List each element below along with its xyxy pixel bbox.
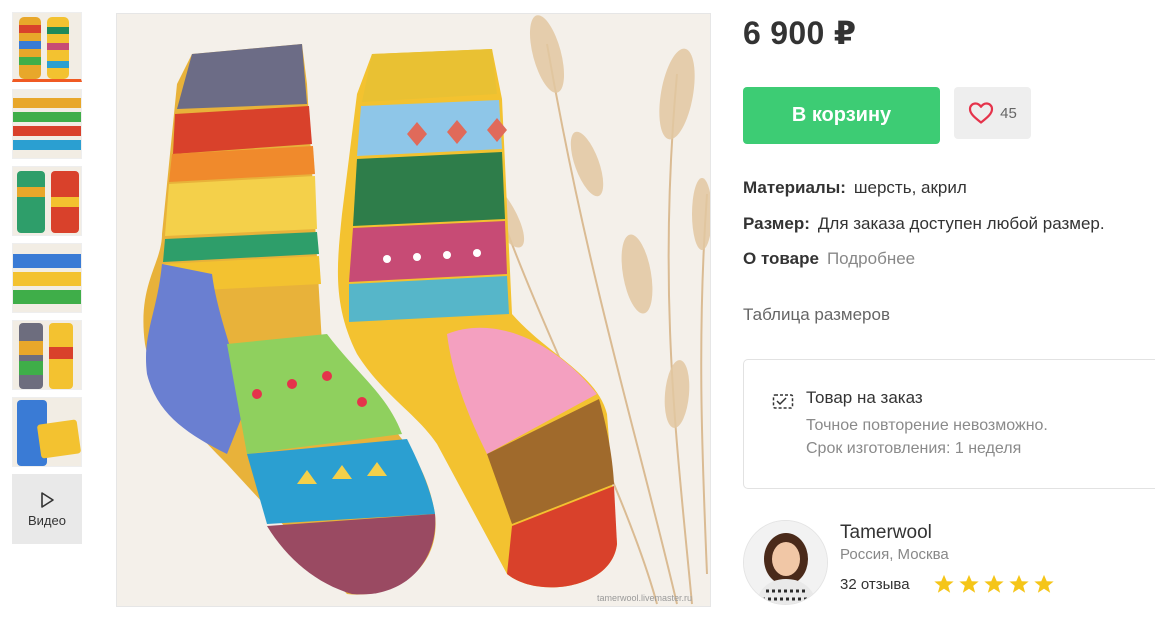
thumbnail-4[interactable]	[12, 243, 82, 313]
thumbnail-image	[13, 398, 81, 466]
thumbnail-image	[13, 13, 81, 79]
play-icon	[41, 491, 54, 508]
star-icon	[1034, 574, 1054, 593]
materials-value: шерсть, акрил	[853, 178, 967, 197]
seller-reviews-link[interactable]: 32 отзыва	[840, 576, 910, 593]
star-icon	[959, 574, 979, 593]
seller-location: Россия, Москва	[840, 546, 949, 563]
size-table-link[interactable]: Таблица размеров	[743, 305, 890, 325]
star-icon	[934, 574, 954, 593]
about-more-link[interactable]: Подробнее	[827, 249, 915, 268]
order-lead-time: Срок изготовления: 1 неделя	[806, 440, 1022, 457]
made-to-order-box: Товар на заказ Точное повторение невозмо…	[743, 359, 1155, 489]
watermark-text: tamerwool.livemaster.ru	[597, 593, 692, 603]
add-to-cart-button[interactable]: В корзину	[743, 87, 940, 144]
heart-icon	[969, 102, 994, 124]
seller-rating	[933, 573, 1055, 595]
video-thumbnail[interactable]: Видео	[12, 474, 82, 544]
seller-name[interactable]: Tamerwool	[840, 522, 932, 544]
size-label: Размер:	[743, 214, 810, 233]
avatar-image	[744, 521, 827, 604]
star-icon	[984, 574, 1004, 593]
star-icon	[1009, 574, 1029, 593]
materials-label: Материалы:	[743, 178, 846, 197]
materials-row: Материалы: шерсть, акрил	[743, 178, 967, 198]
seller-card: Tamerwool Россия, Москва 32 отзыва	[743, 518, 1155, 608]
favorites-count: 45	[1000, 104, 1017, 122]
made-to-order-icon	[772, 394, 794, 409]
thumbnail-3[interactable]	[12, 166, 82, 236]
about-label: О товаре	[743, 249, 819, 268]
thumbnail-image	[13, 90, 81, 158]
size-row: Размер: Для заказа доступен любой размер.	[743, 214, 1105, 234]
size-value: Для заказа доступен любой размер.	[817, 214, 1105, 233]
video-label: Видео	[28, 512, 66, 528]
thumbnail-1[interactable]	[12, 12, 82, 82]
thumbnail-image	[13, 321, 81, 389]
order-title: Товар на заказ	[806, 388, 923, 407]
thumbnail-strip: Видео	[12, 12, 82, 544]
thumbnail-image	[13, 244, 81, 312]
seller-avatar[interactable]	[743, 520, 828, 605]
socks-photo: tamerwool.livemaster.ru	[117, 14, 710, 606]
thumbnail-5[interactable]	[12, 320, 82, 390]
thumbnail-2[interactable]	[12, 89, 82, 159]
product-price: 6 900 ₽	[743, 15, 857, 51]
order-note: Точное повторение невозможно.	[806, 417, 1048, 434]
thumbnail-image	[13, 167, 81, 235]
thumbnail-6[interactable]	[12, 397, 82, 467]
favorite-button[interactable]: 45	[954, 87, 1031, 139]
about-row: О товаре Подробнее	[743, 249, 915, 269]
main-product-image[interactable]: tamerwool.livemaster.ru	[116, 13, 711, 607]
